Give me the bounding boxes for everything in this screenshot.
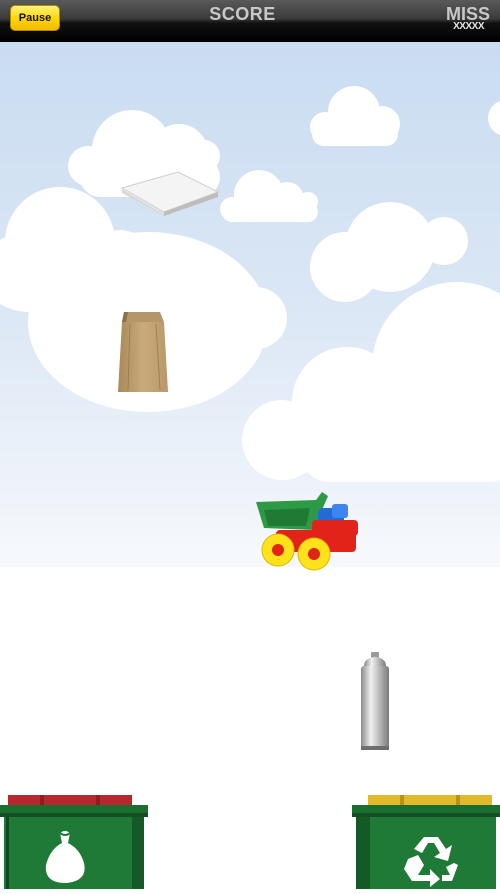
recycle-bin[interactable]: [352, 795, 500, 889]
recycle-icon: [404, 837, 458, 887]
paper-stack-item[interactable]: [120, 168, 220, 218]
sky-background: [0, 42, 500, 567]
aerosol-can-item[interactable]: [358, 652, 392, 752]
top-bar: Pause SCORE MISS XXXXX: [0, 0, 500, 42]
score-label: SCORE: [209, 4, 276, 24]
trash-bin[interactable]: [0, 795, 148, 889]
miss-counter: XXXXX: [453, 21, 484, 32]
paper-bag-item[interactable]: [116, 310, 170, 396]
toy-truck-item[interactable]: [252, 490, 362, 574]
trash-bag-icon: [45, 831, 85, 883]
